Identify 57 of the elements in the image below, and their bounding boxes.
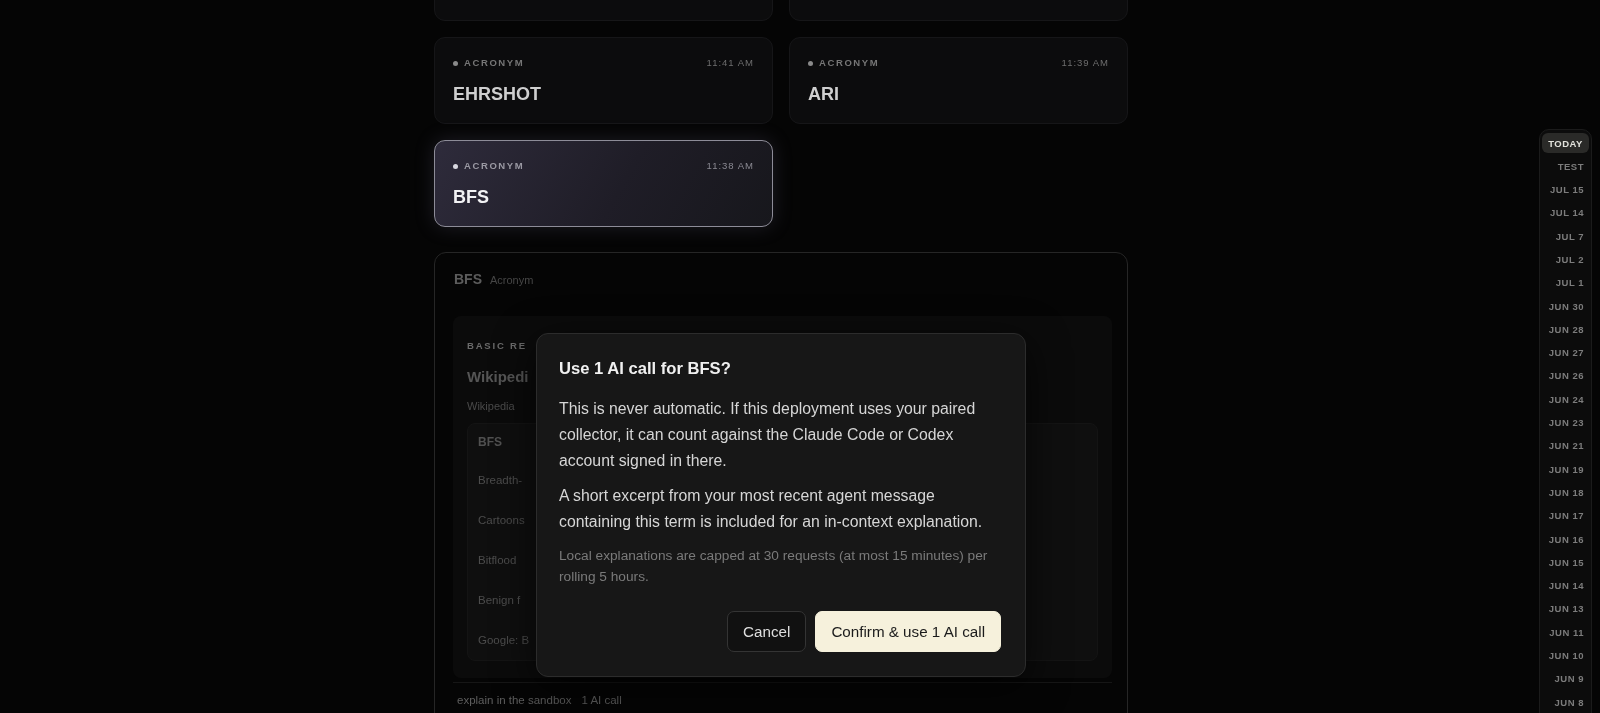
date-item[interactable]: JUN 16	[1542, 529, 1589, 550]
date-item[interactable]: JUN 26	[1542, 365, 1589, 386]
definition-item: Bitflood	[478, 553, 517, 568]
entry-card[interactable]: ACRONYM 11:41 AM EHRSHOT	[434, 37, 773, 124]
date-item[interactable]: JUN 21	[1542, 435, 1589, 456]
definition-item: Breadth-	[478, 473, 523, 488]
date-item[interactable]: JUL 14	[1542, 202, 1589, 223]
definitions-term: BFS	[478, 434, 502, 450]
dialog-note: Local explanations are capped at 30 requests (at most 15 minutes) per rolling 5 hours.	[559, 547, 989, 586]
entry-tag: ACRONYM	[464, 57, 525, 69]
entry-time: 11:41 AM	[706, 57, 754, 69]
dot-icon	[453, 163, 458, 169]
entry-time: 11:39 AM	[1061, 57, 1109, 69]
cancel-button[interactable]: Cancel	[727, 611, 807, 652]
entry-tag: ACRONYM	[464, 160, 525, 172]
entry-time: 11:38 AM	[706, 160, 754, 172]
entry-card[interactable]: ACRONYM 11:38 AM BFS	[434, 140, 773, 227]
entry-term: EHRSHOT	[453, 83, 541, 105]
entry-card[interactable]: ACRONYM 11:39 AM ARI	[789, 37, 1128, 124]
dot-icon	[453, 60, 458, 66]
source-title: Wikipedi	[467, 367, 529, 387]
panel-term: BFS	[454, 271, 482, 287]
entry-term: BFS	[453, 186, 489, 208]
date-item[interactable]: JUN 11	[1542, 622, 1589, 643]
confirm-button[interactable]: Confirm & use 1 AI call	[815, 611, 1001, 652]
date-item[interactable]: TODAY	[1542, 133, 1589, 153]
date-item[interactable]: JUN 24	[1542, 389, 1589, 410]
date-item[interactable]: JUN 28	[1542, 319, 1589, 340]
source-note: Wikipedia	[467, 399, 515, 413]
dot-icon	[808, 60, 813, 66]
date-item[interactable]: JUL 15	[1542, 179, 1589, 200]
date-item[interactable]: JUL 1	[1542, 272, 1589, 293]
dialog-text: This is never automatic. If this deployment uses your paired collector, it can count against the Claude Code or Codex account signed in there.	[559, 399, 977, 471]
date-item[interactable]: JUN 10	[1542, 645, 1589, 666]
date-item[interactable]: JUN 30	[1542, 296, 1589, 317]
section-label: BASIC RE	[467, 340, 527, 352]
dialog-title: Use 1 AI call for BFS?	[559, 358, 732, 380]
date-item[interactable]: JUN 14	[1542, 575, 1589, 596]
date-item[interactable]: JUN 27	[1542, 342, 1589, 363]
panel-term-type: Acronym	[490, 274, 534, 286]
date-item[interactable]: JUN 17	[1542, 505, 1589, 526]
explain-link[interactable]: explain in the sandbox	[457, 693, 572, 708]
entry-term: ARI	[808, 83, 839, 105]
date-item[interactable]: JUN 18	[1542, 482, 1589, 503]
date-item[interactable]: JUN 13	[1542, 598, 1589, 619]
date-item[interactable]: JUN 23	[1542, 412, 1589, 433]
date-item[interactable]: JUN 8	[1542, 692, 1589, 713]
date-item[interactable]: TEST	[1542, 156, 1589, 177]
definition-item: Cartoons	[478, 513, 525, 528]
entry-tag: ACRONYM	[819, 57, 880, 69]
date-item[interactable]: JUL 2	[1542, 249, 1589, 270]
date-item[interactable]: JUL 7	[1542, 226, 1589, 247]
date-item[interactable]: JUN 9	[1542, 668, 1589, 689]
date-item[interactable]: JUN 15	[1542, 552, 1589, 573]
cost-label: 1 AI call	[581, 693, 622, 708]
dialog-text: A short excerpt from your most recent agent message containing this term is included for an in-context explanation.	[559, 486, 984, 532]
date-item[interactable]: JUN 19	[1542, 459, 1589, 480]
